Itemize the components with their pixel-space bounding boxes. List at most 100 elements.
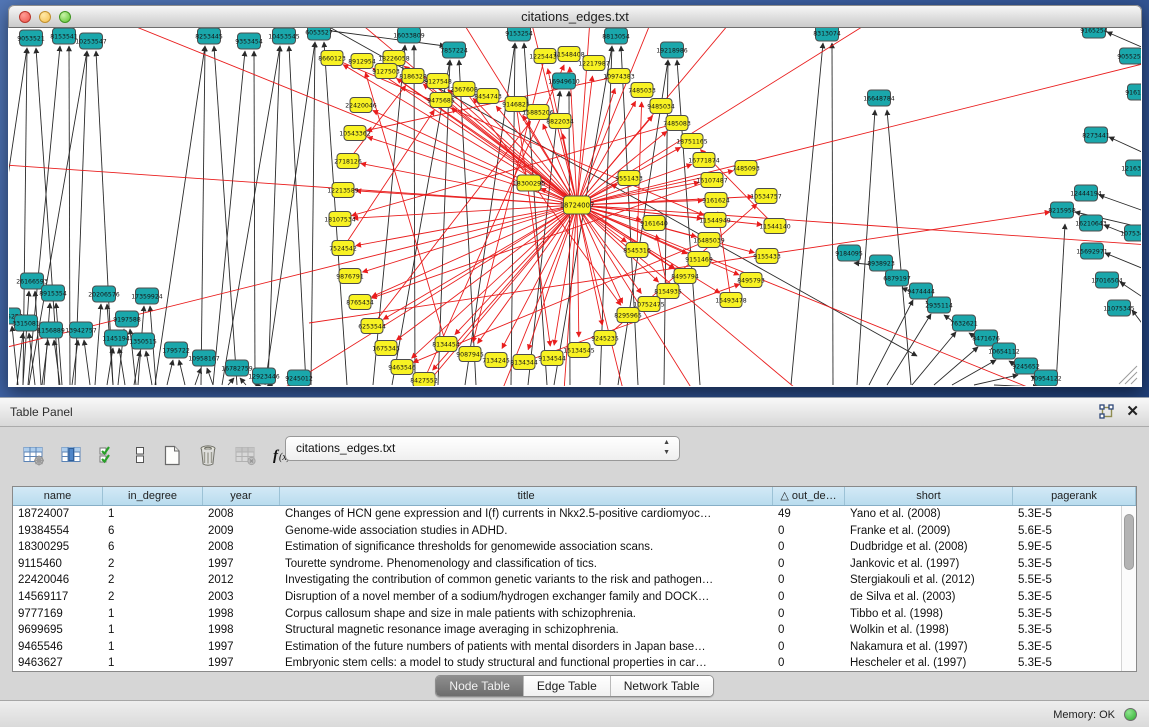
table-cell[interactable]: 22420046	[13, 572, 103, 589]
table-cell[interactable]: Corpus callosum shape and size in male p…	[280, 606, 773, 623]
table-cell[interactable]: 2012	[203, 572, 280, 589]
network-node[interactable]: 2718126	[334, 154, 362, 169]
network-window-titlebar[interactable]: citations_edges.txt	[8, 5, 1142, 28]
network-node[interactable]: 12444194	[1070, 185, 1102, 201]
column-checks-button[interactable]	[98, 444, 118, 466]
network-node[interactable]: 9245235	[591, 331, 619, 346]
network-node[interactable]: 6879197	[883, 270, 911, 286]
zoom-traffic-light[interactable]	[59, 11, 71, 23]
table-cell[interactable]: Nakamura et al. (1997)	[845, 639, 1013, 656]
network-node[interactable]: 9155433	[753, 249, 781, 264]
table-cell[interactable]: 2	[103, 556, 203, 573]
show-columns-button[interactable]	[60, 444, 83, 466]
table-cell[interactable]: 0	[773, 572, 845, 589]
network-node[interactable]: 12163454	[1121, 160, 1141, 176]
network-graph[interactable]: 9053521815354110253547825344593534541045…	[9, 28, 1141, 386]
network-node[interactable]: 17016504	[1091, 272, 1123, 288]
table-cell[interactable]: Stergiakouli et al. (2012)	[845, 572, 1013, 589]
table-cell[interactable]: 2009	[203, 523, 280, 540]
table-cell[interactable]: 0	[773, 589, 845, 606]
network-node[interactable]: 9127548	[424, 74, 452, 89]
table-cell[interactable]: 1	[103, 606, 203, 623]
table-cell[interactable]: 2008	[203, 539, 280, 556]
network-node[interactable]: 9353454	[235, 33, 263, 49]
network-node[interactable]: 9245012	[285, 370, 313, 386]
table-cell[interactable]: de Silva et al. (2003)	[845, 589, 1013, 606]
network-node[interactable]: 17359924	[131, 288, 163, 304]
column-header-pagerank[interactable]: pagerank	[1013, 487, 1136, 505]
delete-column-button[interactable]	[197, 444, 219, 467]
network-node[interactable]: 18107534	[324, 212, 356, 227]
table-cell[interactable]: Estimation of significance thresholds fo…	[280, 539, 773, 556]
network-node[interactable]: 10753445	[1120, 225, 1141, 241]
table-cell[interactable]: 1997	[203, 655, 280, 671]
network-node[interactable]: 8313074	[813, 28, 841, 41]
table-cell[interactable]: 2003	[203, 589, 280, 606]
network-node[interactable]: 18751165	[676, 134, 708, 149]
network-node[interactable]: 9087945	[456, 347, 484, 362]
table-cell[interactable]: 5.6E-5	[1013, 523, 1121, 540]
network-node[interactable]: 12923446	[248, 368, 280, 384]
network-node[interactable]: 10958167	[188, 350, 220, 366]
column-header-in_degree[interactable]: in_degree	[103, 487, 203, 505]
network-node[interactable]: 16107487	[696, 173, 728, 188]
network-node[interactable]: 8253445	[195, 28, 223, 44]
table-cell[interactable]: 9463627	[13, 655, 103, 671]
table-row[interactable]: 946362711997Embryonic stem cells: a mode…	[13, 655, 1121, 671]
network-node[interactable]: 9165254	[1080, 28, 1108, 38]
table-cell[interactable]: Genome-wide association studies in ADHD.	[280, 523, 773, 540]
network-node[interactable]: 9055254	[1117, 48, 1141, 64]
table-cell[interactable]: Embryonic stem cells: a model to study s…	[280, 655, 773, 671]
network-canvas[interactable]: 9053521815354110253547825344593534541045…	[9, 28, 1141, 387]
table-cell[interactable]: 5.3E-5	[1013, 655, 1121, 671]
close-traffic-light[interactable]	[19, 11, 31, 23]
network-node[interactable]: 1675345	[372, 341, 400, 356]
table-cell[interactable]: Wolkin et al. (1998)	[845, 622, 1013, 639]
network-node[interactable]: 10534757	[750, 189, 782, 204]
table-selector-dropdown[interactable]: citations_edges.txt ▲▼	[285, 436, 680, 461]
network-node[interactable]: 7524542	[329, 241, 357, 256]
table-cell[interactable]: 5.3E-5	[1013, 639, 1121, 656]
table-cell[interactable]: 14569117	[13, 589, 103, 606]
table-cell[interactable]: 1997	[203, 639, 280, 656]
network-node[interactable]: 9134544	[538, 351, 566, 366]
network-node[interactable]: 16485039	[693, 233, 725, 248]
network-node[interactable]: 9151469	[685, 252, 713, 267]
network-node[interactable]: 8912954	[348, 54, 376, 69]
table-cell[interactable]: Disruption of a novel member of a sodium…	[280, 589, 773, 606]
table-cell[interactable]: 49	[773, 506, 845, 523]
network-node[interactable]: 15493478	[715, 293, 747, 308]
network-node[interactable]: 10974383	[603, 69, 635, 84]
network-node[interactable]: 8938923	[867, 255, 895, 271]
table-cell[interactable]: Dudbridge et al. (2008)	[845, 539, 1013, 556]
minimize-traffic-light[interactable]	[39, 11, 51, 23]
network-node[interactable]: 9053521	[17, 30, 45, 46]
table-cell[interactable]: Tibbo et al. (1998)	[845, 606, 1013, 623]
table-scrollbar[interactable]	[1121, 506, 1136, 671]
network-node[interactable]: 7632621	[950, 315, 978, 331]
network-node[interactable]: 22420046	[345, 98, 377, 113]
table-row[interactable]: 1872400712008Changes of HCN gene express…	[13, 506, 1121, 523]
network-node[interactable]: 1156889	[37, 322, 65, 338]
network-node[interactable]: 8134454	[432, 337, 460, 352]
network-node[interactable]: 8153541	[50, 28, 78, 44]
table-row[interactable]: 911546021997Tourette syndrome. Phenomeno…	[13, 556, 1121, 573]
table-cell[interactable]: 19384554	[13, 523, 103, 540]
network-node[interactable]: 9197588	[113, 311, 141, 327]
network-node[interactable]: 8765434	[346, 295, 374, 310]
network-node[interactable]: 8427552	[410, 373, 438, 387]
table-cell[interactable]: 5.5E-5	[1013, 572, 1121, 589]
network-node[interactable]: 8495793	[737, 273, 765, 288]
network-node[interactable]: 8215958	[1048, 202, 1076, 218]
float-window-button[interactable]	[1098, 404, 1114, 419]
network-node[interactable]: 8915354	[39, 285, 67, 301]
table-cell[interactable]: 9115460	[13, 556, 103, 573]
table-cell[interactable]: 0	[773, 655, 845, 671]
table-cell[interactable]: 5.3E-5	[1013, 589, 1121, 606]
row-layout-button[interactable]	[133, 444, 147, 466]
create-column-button[interactable]	[162, 444, 182, 467]
table-mode-button[interactable]	[22, 444, 45, 466]
network-node[interactable]: 9184095	[835, 245, 863, 261]
table-cell[interactable]: 0	[773, 556, 845, 573]
table-cell[interactable]: Hescheler et al. (1997)	[845, 655, 1013, 671]
